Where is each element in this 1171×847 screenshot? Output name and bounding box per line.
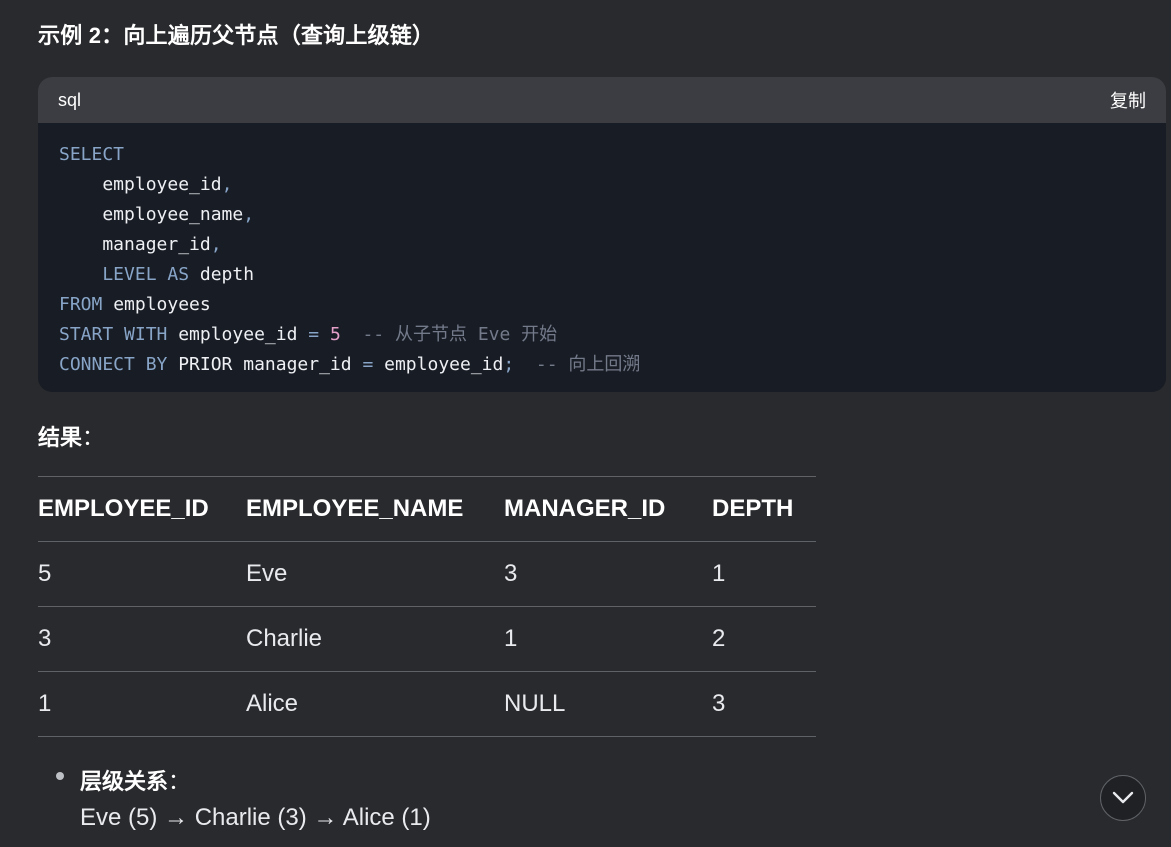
code-token: -- 从子节点 Eve 开始	[340, 324, 558, 345]
code-token: =	[362, 354, 374, 375]
code-token: employee_id	[167, 324, 309, 345]
code-line: employee_id,	[59, 170, 1146, 200]
copy-button[interactable]: 复制	[1110, 87, 1146, 113]
result-label: 结果：	[38, 420, 104, 452]
column-header-depth: DEPTH	[712, 476, 816, 542]
column-header-employee-id: EMPLOYEE_ID	[38, 476, 246, 542]
code-token: employee_id	[59, 174, 222, 195]
code-block: sql 复制 SELECT employee_id, employee_name…	[38, 77, 1166, 392]
code-line: FROM employees	[59, 290, 1146, 320]
section-heading: 示例 2：向上遍历父节点（查询上级链）	[38, 23, 435, 48]
cell-depth: 2	[712, 606, 816, 672]
code-token: employees	[102, 294, 211, 315]
hierarchy-chain: Eve (5) → Charlie (3) → Alice (1)	[80, 804, 431, 831]
code-token: depth	[189, 264, 255, 285]
cell-employee-id: 1	[38, 671, 246, 737]
code-token: SELECT	[59, 144, 125, 165]
cell-employee-id: 5	[38, 541, 246, 607]
code-token: ,	[210, 234, 222, 255]
code-line: employee_name,	[59, 200, 1146, 230]
cell-manager-id: 3	[504, 541, 712, 607]
column-header-employee-name: EMPLOYEE_NAME	[246, 476, 504, 542]
code-token: ,	[243, 204, 255, 225]
chevron-down-icon	[1112, 791, 1134, 804]
code-token: CONNECT BY	[59, 354, 168, 375]
code-token: =	[308, 324, 320, 345]
code-token: PRIOR manager_id	[167, 354, 363, 375]
scroll-down-button[interactable]	[1100, 775, 1146, 821]
hierarchy-title: 层级关系：	[80, 764, 190, 796]
code-line: START WITH employee_id = 5 -- 从子节点 Eve 开…	[59, 320, 1146, 350]
result-label-colon: ：	[82, 425, 105, 450]
code-token: 5	[329, 324, 341, 345]
code-token: manager_id	[59, 234, 211, 255]
code-token: START WITH	[59, 324, 168, 345]
code-token: -- 向上回溯	[514, 354, 641, 375]
cell-depth: 1	[712, 541, 816, 607]
table-row: 1 Alice NULL 3	[38, 671, 816, 737]
code-token: FROM	[59, 294, 103, 315]
hierarchy-title-text: 层级关系	[80, 769, 169, 794]
code-line: LEVEL AS depth	[59, 260, 1146, 290]
code-line: SELECT	[59, 140, 1146, 170]
sql-code: SELECT employee_id, employee_name, manag…	[38, 123, 1166, 380]
column-header-manager-id: MANAGER_ID	[504, 476, 712, 542]
result-table: EMPLOYEE_ID EMPLOYEE_NAME MANAGER_ID DEP…	[38, 476, 816, 737]
code-line: CONNECT BY PRIOR manager_id = employee_i…	[59, 350, 1146, 380]
hierarchy-title-colon: ：	[168, 769, 191, 794]
code-token: employee_id	[373, 354, 504, 375]
cell-employee-name: Charlie	[246, 606, 504, 672]
table-row: 3 Charlie 1 2	[38, 606, 816, 672]
code-token: LEVEL AS	[59, 264, 190, 285]
code-token: ;	[503, 354, 515, 375]
table-row: 5 Eve 3 1	[38, 541, 816, 607]
cell-manager-id: 1	[504, 606, 712, 672]
code-block-header: sql 复制	[38, 77, 1166, 123]
cell-employee-id: 3	[38, 606, 246, 672]
cell-employee-name: Alice	[246, 671, 504, 737]
code-token: ,	[221, 174, 233, 195]
cell-depth: 3	[712, 671, 816, 737]
table-header-row: EMPLOYEE_ID EMPLOYEE_NAME MANAGER_ID DEP…	[38, 476, 816, 542]
code-language-label: sql	[58, 89, 82, 110]
cell-manager-id: NULL	[504, 671, 712, 737]
result-label-text: 结果	[38, 425, 83, 450]
code-line: manager_id,	[59, 230, 1146, 260]
bullet-dot-icon	[56, 772, 64, 780]
code-token: employee_name	[59, 204, 244, 225]
cell-employee-name: Eve	[246, 541, 504, 607]
